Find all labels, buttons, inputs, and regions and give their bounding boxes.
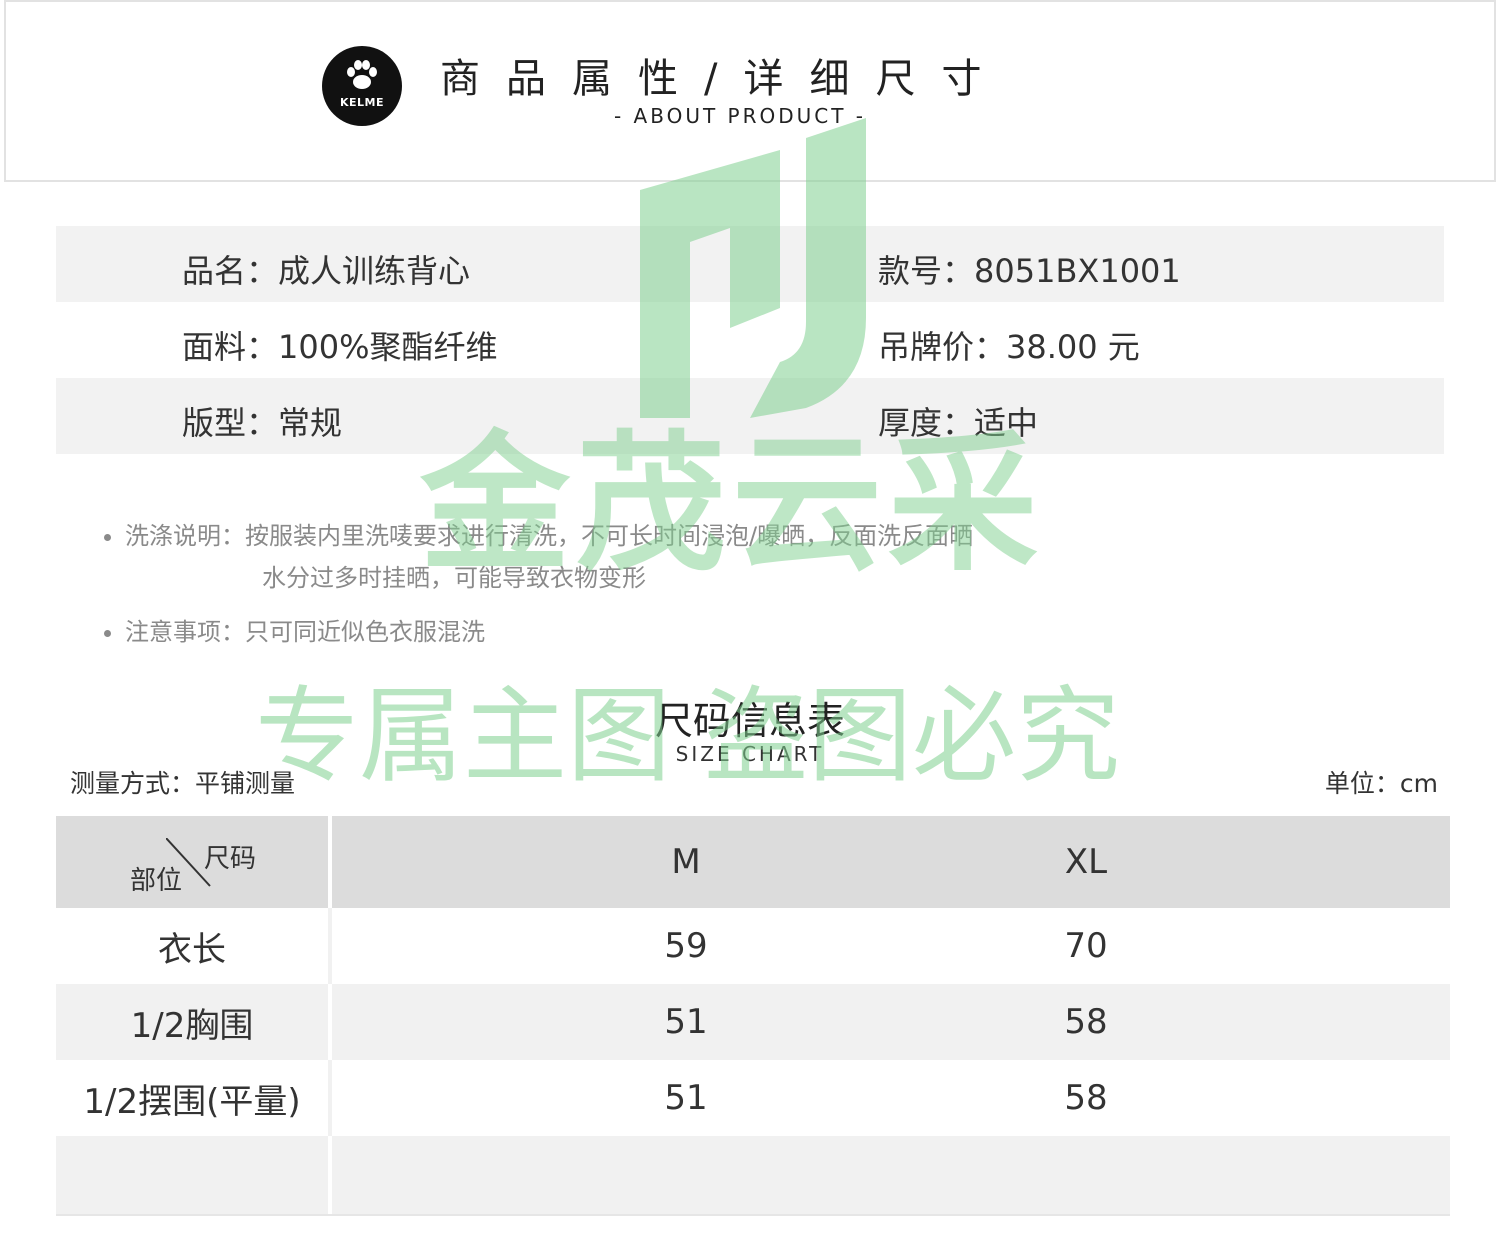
size-header-xl: XL [1064, 842, 1108, 882]
caution-note: 注意事项：只可同近似色衣服混洗 [104, 612, 485, 647]
table-row: 1/2摆围(平量) 51 58 [56, 1060, 1450, 1136]
wash-text-continued: 水分过多时挂晒，可能导致衣物变形 [262, 564, 646, 592]
attribute-label: 吊牌价： [878, 328, 1007, 366]
caution-text: 只可同近似色衣服混洗 [245, 618, 485, 646]
row-part: 1/2摆围(平量) [83, 1081, 301, 1122]
size-table-header: 尺码 部位 M XL [56, 816, 1450, 908]
table-row: 1/2胸围 51 58 [56, 984, 1450, 1060]
attribute-row: 面料：100%聚酯纤维 吊牌价：38.00 元 [56, 302, 1444, 378]
wash-text: 按服装内里洗唛要求进行清洗，不可长时间浸泡/曝晒，反面洗反面晒 [245, 522, 974, 550]
attribute-label: 款号： [878, 252, 975, 290]
bullet-icon [104, 533, 111, 541]
row-value-xl: 58 [1064, 1078, 1108, 1118]
caution-label: 注意事项： [125, 618, 245, 646]
page-title: 商品属性/详细尺寸 [440, 56, 1008, 102]
empty-row [56, 1136, 1450, 1214]
attribute-label: 面料： [182, 328, 279, 366]
row-value-m: 59 [664, 926, 708, 966]
size-table: 尺码 部位 M XL 衣长 59 70 1/2胸围 51 58 1/2摆围(平量… [56, 816, 1450, 1214]
size-chart-subtitle: SIZE CHART [675, 742, 825, 766]
page-subtitle: - ABOUT PRODUCT - [613, 104, 867, 128]
size-chart-title: 尺码信息表 [654, 699, 845, 743]
attribute-label: 品名： [182, 252, 279, 290]
attribute-label: 厚度： [878, 404, 975, 442]
wash-label: 洗涤说明： [125, 522, 245, 550]
kelme-logo: KELME [322, 46, 402, 126]
row-value-m: 51 [664, 1002, 708, 1042]
row-part: 1/2胸围 [130, 1005, 254, 1046]
wash-note: 洗涤说明：按服装内里洗唛要求进行清洗，不可长时间浸泡/曝晒，反面洗反面晒 [104, 516, 973, 551]
attribute-table: 品名：成人训练背心 款号：8051BX1001 面料：100%聚酯纤维 吊牌价：… [56, 226, 1444, 454]
attribute-label: 版型： [182, 404, 279, 442]
row-value-xl: 58 [1064, 1002, 1108, 1042]
header-corner-cell: 尺码 部位 [56, 816, 328, 908]
attribute-value: 常规 [278, 404, 343, 442]
size-header-m: M [671, 842, 701, 882]
measure-method: 测量方式：平铺测量 [70, 769, 296, 798]
attribute-value: 100%聚酯纤维 [278, 328, 498, 366]
logo-text: KELME [339, 96, 384, 109]
paw-icon [347, 60, 377, 89]
attribute-value: 适中 [974, 404, 1039, 442]
row-value-m: 51 [664, 1078, 708, 1118]
attribute-value: 8051BX1001 [974, 252, 1181, 290]
attribute-value: 成人训练背心 [278, 252, 471, 290]
header-part-label: 部位 [130, 866, 183, 896]
attribute-row: 品名：成人训练背心 款号：8051BX1001 [56, 226, 1444, 302]
bullet-icon [104, 629, 111, 637]
table-row: 衣长 59 70 [56, 908, 1450, 984]
row-value-xl: 70 [1064, 926, 1108, 966]
row-part: 衣长 [158, 929, 226, 970]
attribute-value: 38.00 元 [1006, 328, 1140, 366]
unit-label: 单位：cm [1324, 769, 1438, 798]
attribute-row: 版型：常规 厚度：适中 [56, 378, 1444, 454]
